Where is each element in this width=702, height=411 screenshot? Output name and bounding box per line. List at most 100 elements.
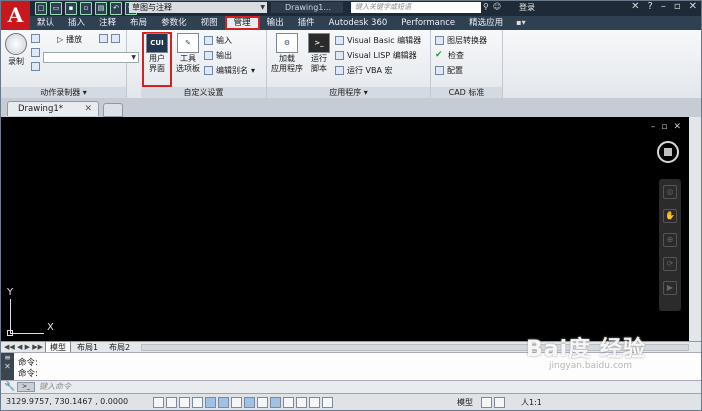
binoculars-icon[interactable]: ⚲: [483, 2, 489, 11]
vertical-scrollbar[interactable]: [689, 117, 701, 341]
open-icon[interactable]: ▭: [50, 2, 62, 15]
configure-icon: [435, 66, 444, 75]
tab-view[interactable]: 视图: [194, 16, 225, 30]
wrench-icon[interactable]: 🔧: [4, 382, 15, 392]
ucs-y-axis: [10, 299, 11, 333]
zoom-icon[interactable]: ⊕: [663, 233, 677, 247]
configure-button[interactable]: 配置: [435, 65, 463, 76]
login-link[interactable]: 登录: [519, 2, 535, 13]
close-icon[interactable]: ✕: [689, 1, 697, 12]
sc-icon[interactable]: [322, 397, 333, 408]
annotation-scale[interactable]: 人1:1: [521, 397, 542, 408]
minimize-icon[interactable]: –: [661, 1, 666, 12]
grid-icon[interactable]: [179, 397, 190, 408]
edit-aliases-label: 编辑别名: [216, 66, 248, 75]
showmotion-icon[interactable]: ▶: [663, 281, 677, 295]
search-input[interactable]: 键入关键字或短语: [351, 2, 481, 13]
minimize-icon[interactable]: –: [651, 122, 656, 132]
recorder-icon-1[interactable]: [31, 34, 40, 43]
close-icon[interactable]: ✕: [84, 102, 92, 116]
run-vba-icon: [335, 66, 344, 75]
vb-editor-button[interactable]: Visual Basic 编辑器: [335, 35, 421, 46]
3dosnap-icon[interactable]: [231, 397, 242, 408]
snap-icon[interactable]: [166, 397, 177, 408]
close-icon[interactable]: ✕: [673, 122, 681, 132]
edit-aliases-icon: [204, 66, 213, 75]
document-tab-bar: Drawing1* ✕: [1, 98, 701, 117]
document-tab[interactable]: Drawing1* ✕: [7, 101, 99, 116]
record-button[interactable]: 录制: [4, 33, 28, 67]
new-icon[interactable]: □: [35, 2, 47, 15]
tab-annotate[interactable]: 注释: [92, 16, 123, 30]
steering-wheel-icon[interactable]: ◎: [663, 185, 677, 199]
macro-dropdown[interactable]: [43, 52, 139, 63]
recorder-icon-2[interactable]: [31, 48, 40, 57]
tab-insert[interactable]: 插入: [61, 16, 92, 30]
drawing-area[interactable]: – ▫ ✕ ◎ ✋ ⊕ ⟳ ▶ Y X: [1, 117, 701, 341]
play-button[interactable]: ▷ 播放: [57, 34, 82, 45]
save-icon[interactable]: ▪: [65, 2, 77, 15]
record-icon: [5, 33, 27, 55]
request-input-icon[interactable]: [111, 34, 120, 43]
ortho-icon[interactable]: [192, 397, 203, 408]
maximize-icon[interactable]: ▫: [674, 1, 681, 12]
tool-palettes-button[interactable]: ✎ 工具 选项板: [175, 33, 201, 74]
panel-customization: CUI 用户 界面 ✎ 工具 选项板 输入 输出 编辑别名 ▾ 自定义设置: [141, 30, 267, 98]
save-as-icon[interactable]: ▫: [80, 2, 92, 15]
qp-icon[interactable]: [309, 397, 320, 408]
command-prompt-icon[interactable]: >_: [17, 382, 35, 392]
ribbon-toggle-icon[interactable]: ▪▾: [510, 16, 531, 30]
recorder-icon-3[interactable]: [31, 62, 40, 71]
insert-message-icon[interactable]: [99, 34, 108, 43]
model-space-label[interactable]: 模型: [457, 397, 473, 408]
osnap-icon[interactable]: [218, 397, 229, 408]
applications-title: 应用程序 ▾: [267, 87, 430, 98]
ucs-y-label: Y: [7, 287, 14, 298]
lineweight-icon[interactable]: [283, 397, 294, 408]
tab-output[interactable]: 输出: [260, 16, 291, 30]
workspace-dropdown[interactable]: 草图与注释: [129, 2, 267, 13]
run-script-button[interactable]: >_ 运行 脚本: [307, 33, 331, 74]
quick-access-toolbar: A □ ▭ ▪ ▫ ▤ ↶ ↷ 草图与注释 Drawing1... 键入关键字或…: [1, 1, 701, 30]
undo-icon[interactable]: ↶: [110, 2, 122, 15]
quick-view-layouts-icon[interactable]: [481, 397, 492, 408]
tab-featured-apps[interactable]: 精选应用: [462, 16, 510, 30]
edit-aliases-button[interactable]: 编辑别名 ▾: [204, 65, 255, 76]
tab-autodesk360[interactable]: Autodesk 360: [322, 16, 395, 30]
tab-default[interactable]: 默认: [30, 16, 61, 30]
polar-icon[interactable]: [205, 397, 216, 408]
viewcube-icon[interactable]: [657, 141, 679, 163]
transparency-icon[interactable]: [296, 397, 307, 408]
tab-layout[interactable]: 布局: [123, 16, 154, 30]
ducs-icon[interactable]: [257, 397, 268, 408]
navigation-bar: ◎ ✋ ⊕ ⟳ ▶: [659, 179, 681, 311]
lisp-editor-button[interactable]: Visual LISP 编辑器: [335, 50, 417, 61]
command-input[interactable]: 键入命令: [39, 381, 71, 393]
application-menu-button[interactable]: A: [1, 1, 30, 30]
pan-icon[interactable]: ✋: [663, 209, 677, 223]
layer-translator-button[interactable]: 图层转换器: [435, 35, 487, 46]
otrack-icon[interactable]: [244, 397, 255, 408]
dyn-icon[interactable]: [270, 397, 281, 408]
print-icon[interactable]: ▤: [95, 2, 107, 15]
restore-icon[interactable]: ▫: [661, 122, 667, 132]
export-button[interactable]: 输出: [204, 50, 232, 61]
user-interface-button[interactable]: CUI 用户 界面: [144, 33, 170, 74]
help-icon[interactable]: ?: [648, 1, 653, 12]
check-label: 检查: [448, 51, 464, 60]
orbit-icon[interactable]: ⟳: [663, 257, 677, 271]
command-window-handle[interactable]: ≡ ✕: [1, 353, 14, 381]
infer-icon[interactable]: [153, 397, 164, 408]
run-vba-button[interactable]: 运行 VBA 宏: [335, 65, 393, 76]
tab-performance[interactable]: Performance: [394, 16, 462, 30]
exchange-icon[interactable]: ✕: [631, 1, 639, 12]
quick-view-drawings-icon[interactable]: [494, 397, 505, 408]
user-icon[interactable]: ☺: [493, 2, 501, 11]
load-application-button[interactable]: ⚙ 加载 应用程序: [270, 33, 304, 74]
new-tab-button[interactable]: [103, 103, 123, 117]
tab-parametric[interactable]: 参数化: [154, 16, 194, 30]
tab-manage[interactable]: 管理: [224, 16, 260, 30]
check-button[interactable]: ✔ 检查: [435, 50, 464, 61]
tab-plugins[interactable]: 插件: [291, 16, 322, 30]
import-button[interactable]: 输入: [204, 35, 232, 46]
